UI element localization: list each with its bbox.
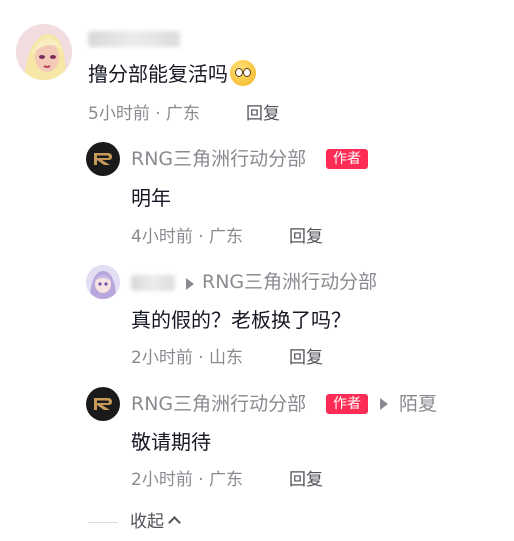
collapse-button[interactable]: 收起 <box>130 510 181 534</box>
reply-3-time: 2小时前 <box>131 470 193 490</box>
main-comment-text: 撸分部能复活吗 <box>88 60 256 88</box>
main-comment-content: 撸分部能复活吗 <box>88 62 228 86</box>
reply-1-content: 明年 <box>131 186 171 210</box>
reply-3-meta: 2小时前 · 广东 <box>131 470 244 490</box>
reply-2-time: 2小时前 <box>131 348 193 368</box>
main-comment-location: 广东 <box>166 104 201 124</box>
pleading-face-emoji <box>230 60 256 86</box>
main-comment-reply-button[interactable]: 回复 <box>246 102 280 126</box>
anime-girl-avatar-image <box>86 265 120 299</box>
anime-girl-avatar[interactable] <box>86 265 120 299</box>
reply-to-arrow-icon <box>380 398 388 410</box>
chevron-up-icon <box>168 516 181 529</box>
reply-3-location: 广东 <box>209 470 244 490</box>
rng-logo-icon <box>94 398 112 410</box>
rng-logo-icon <box>94 153 112 165</box>
main-comment-meta: 5小时前 · 广东 <box>88 104 201 124</box>
collapse-label: 收起 <box>130 512 164 532</box>
reply-to-arrow-icon <box>186 278 194 290</box>
reply-1-time: 4小时前 <box>131 227 193 247</box>
main-comment-time: 5小时前 <box>88 104 150 124</box>
rng-avatar[interactable] <box>86 387 120 421</box>
reply-3-content: 敬请期待 <box>131 430 211 454</box>
collapse-divider <box>88 522 118 523</box>
author-badge: 作者 <box>326 394 368 414</box>
reply-2-author-blurred[interactable] <box>131 275 175 291</box>
reply-1-meta: 4小时前 · 广东 <box>131 227 244 247</box>
reply-1-author[interactable]: RNG三角洲行动分部 <box>131 147 306 171</box>
commenter-name-blurred[interactable] <box>88 31 180 47</box>
reply-2-reply-to[interactable]: RNG三角洲行动分部 <box>202 270 377 294</box>
reply-1-reply-button[interactable]: 回复 <box>289 225 323 249</box>
reply-3-reply-to[interactable]: 陌夏 <box>399 392 437 416</box>
reply-2-reply-button[interactable]: 回复 <box>289 346 323 370</box>
reply-3-reply-button[interactable]: 回复 <box>289 468 323 492</box>
commenter-avatar-image <box>16 24 72 80</box>
rng-avatar[interactable] <box>86 142 120 176</box>
reply-2-meta: 2小时前 · 山东 <box>131 348 244 368</box>
reply-3-author[interactable]: RNG三角洲行动分部 <box>131 392 306 416</box>
reply-2-content: 真的假的？老板换了吗？ <box>131 308 351 332</box>
author-badge: 作者 <box>326 149 368 169</box>
reply-1-location: 广东 <box>209 227 244 247</box>
commenter-avatar[interactable] <box>16 24 72 80</box>
reply-2-location: 山东 <box>209 348 244 368</box>
